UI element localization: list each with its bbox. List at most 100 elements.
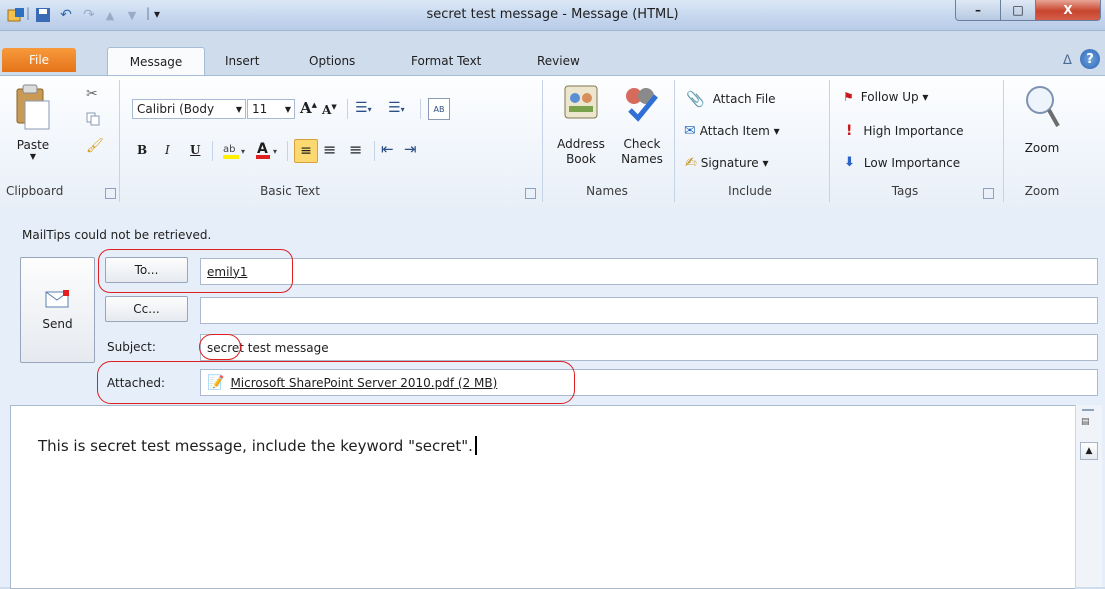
separator bbox=[420, 99, 421, 119]
attach-item-button[interactable]: ✉ Attach Item ▾ bbox=[684, 123, 780, 139]
highlight-icon[interactable]: ab ▾ bbox=[221, 140, 249, 162]
svg-text:▾: ▾ bbox=[273, 147, 277, 156]
paste-button[interactable]: Paste ▼ bbox=[8, 83, 58, 183]
body-text: This is secret test message, include the… bbox=[38, 437, 473, 455]
signature-icon: ✍ bbox=[685, 155, 697, 171]
cc-button[interactable]: Cc... bbox=[105, 296, 188, 322]
names-group-label: Names bbox=[586, 184, 628, 198]
bold-button[interactable]: B bbox=[137, 143, 147, 157]
svg-text:▾: ▾ bbox=[241, 147, 245, 156]
font-name-combo[interactable]: Calibri (Bodу ▼ bbox=[132, 99, 246, 119]
underline-button[interactable]: U bbox=[190, 143, 200, 157]
tab-review[interactable]: Review bbox=[537, 54, 580, 72]
help-icon[interactable]: ? bbox=[1080, 49, 1100, 69]
magnifier-icon bbox=[1026, 86, 1060, 127]
separator bbox=[347, 99, 348, 119]
svg-text:A: A bbox=[257, 141, 268, 157]
minimize-icon: – bbox=[975, 3, 981, 17]
attach-item-icon: ✉ bbox=[684, 123, 696, 139]
separator bbox=[212, 141, 213, 161]
attach-file-label: Attach File bbox=[712, 92, 776, 106]
close-icon: X bbox=[1063, 3, 1073, 17]
subject-field[interactable]: secret test message bbox=[200, 334, 1098, 361]
font-color-icon[interactable]: A ▾ bbox=[254, 140, 282, 162]
follow-up-label: Follow Up ▾ bbox=[860, 90, 929, 104]
cc-field[interactable] bbox=[200, 297, 1098, 324]
font-size-combo[interactable]: 11 ▼ bbox=[247, 99, 295, 119]
zoom-button[interactable]: Zoom bbox=[1012, 84, 1072, 179]
clipboard-group-label: Clipboard bbox=[6, 184, 64, 198]
paste-dropdown-icon: ▼ bbox=[29, 152, 37, 161]
check-names-label-2: Names bbox=[621, 152, 663, 166]
body-text-line: This is secret test message, include the… bbox=[38, 436, 477, 455]
paste-label: Paste bbox=[16, 138, 50, 152]
shrink-font-icon[interactable]: A▼ bbox=[322, 102, 337, 117]
address-book-button[interactable]: Address Book bbox=[550, 82, 612, 182]
italic-button[interactable]: I bbox=[165, 143, 170, 157]
format-painter-icon[interactable]: 🖌 bbox=[86, 138, 104, 154]
paste-icon bbox=[16, 84, 50, 130]
font-size-dropdown-icon: ▼ bbox=[284, 104, 291, 114]
decrease-indent-icon[interactable]: ⇤ bbox=[381, 140, 394, 158]
subject-label: Subject: bbox=[107, 340, 156, 354]
basic-text-launcher-icon[interactable] bbox=[525, 188, 536, 199]
attach-item-label: Attach Item ▾ bbox=[699, 124, 780, 138]
address-book-label-2: Book bbox=[566, 152, 596, 166]
zoom-label: Zoom bbox=[1024, 141, 1060, 155]
split-handle[interactable] bbox=[1082, 409, 1094, 411]
signature-label: Signature ▾ bbox=[700, 156, 769, 170]
tags-group-label: Tags bbox=[891, 184, 919, 198]
grow-font-icon[interactable]: A▲ bbox=[300, 99, 317, 117]
annotation-ring-attached bbox=[97, 361, 575, 404]
font-name-value: Calibri (Bodу bbox=[137, 102, 215, 116]
attach-file-button[interactable]: 📎 Attach File bbox=[686, 90, 776, 108]
minimize-ribbon-icon[interactable]: ᐃ bbox=[1063, 53, 1072, 68]
low-importance-label: Low Importance bbox=[863, 155, 961, 170]
separator bbox=[287, 141, 288, 161]
high-importance-label: High Importance bbox=[863, 124, 964, 138]
cut-icon[interactable]: ✂ bbox=[86, 86, 98, 102]
tags-launcher-icon[interactable] bbox=[983, 188, 994, 199]
copy-icon[interactable] bbox=[86, 112, 100, 126]
bullets-icon[interactable]: ☰▾ bbox=[355, 100, 372, 116]
minimize-button[interactable]: – bbox=[955, 0, 1001, 21]
tab-options[interactable]: Options bbox=[309, 54, 355, 72]
tab-message-label: Message bbox=[129, 55, 183, 69]
low-importance-icon: ⬇ bbox=[844, 155, 855, 170]
tab-insert[interactable]: Insert bbox=[225, 54, 259, 72]
align-right-icon[interactable]: ≡ bbox=[349, 140, 362, 159]
follow-up-button[interactable]: ⚑ Follow Up ▾ bbox=[843, 90, 928, 104]
annotation-ring-subject bbox=[199, 334, 241, 360]
basic-text-group-label: Basic Text bbox=[260, 184, 320, 198]
include-group-label: Include bbox=[728, 184, 772, 198]
flag-icon: ⚑ bbox=[843, 90, 854, 104]
scroll-up-icon[interactable]: ▲ bbox=[1080, 442, 1098, 460]
tab-format-text[interactable]: Format Text bbox=[411, 54, 481, 72]
maximize-button[interactable]: □ bbox=[1000, 0, 1036, 21]
tab-message[interactable]: Message bbox=[107, 47, 205, 76]
numbering-icon[interactable]: ☰▾ bbox=[388, 100, 405, 116]
align-left-icon[interactable]: ≡ bbox=[294, 139, 318, 163]
clipboard-launcher-icon[interactable] bbox=[105, 188, 116, 199]
address-book-label-1: Address bbox=[557, 137, 605, 151]
text-cursor bbox=[474, 436, 477, 455]
title-bar: | ↶ ↷ ▲ ▼ | ▾ secret test message - Mess… bbox=[0, 0, 1105, 31]
vertical-scrollbar[interactable]: ▤ ▲ bbox=[1075, 405, 1102, 587]
styles-icon[interactable]: AB bbox=[428, 98, 450, 120]
increase-indent-icon[interactable]: ⇥ bbox=[404, 140, 417, 158]
low-importance-button[interactable]: ⬇ Low Importance bbox=[844, 155, 960, 170]
ruler-toggle-icon[interactable]: ▤ bbox=[1081, 417, 1095, 429]
check-names-icon bbox=[626, 88, 658, 122]
align-center-icon[interactable]: ≡ bbox=[323, 140, 336, 159]
high-importance-button[interactable]: ! High Importance bbox=[846, 123, 964, 139]
to-field[interactable]: emily1 bbox=[200, 258, 1098, 285]
signature-button[interactable]: ✍ Signature ▾ bbox=[685, 155, 768, 171]
send-button[interactable]: Send bbox=[20, 257, 95, 363]
maximize-icon: □ bbox=[1012, 3, 1024, 17]
separator bbox=[374, 141, 375, 161]
close-button[interactable]: X bbox=[1035, 0, 1101, 21]
tab-file[interactable]: File bbox=[2, 48, 76, 72]
check-names-button[interactable]: Check Names bbox=[615, 82, 669, 182]
message-body[interactable]: This is secret test message, include the… bbox=[10, 405, 1075, 589]
annotation-ring-to bbox=[98, 249, 293, 293]
